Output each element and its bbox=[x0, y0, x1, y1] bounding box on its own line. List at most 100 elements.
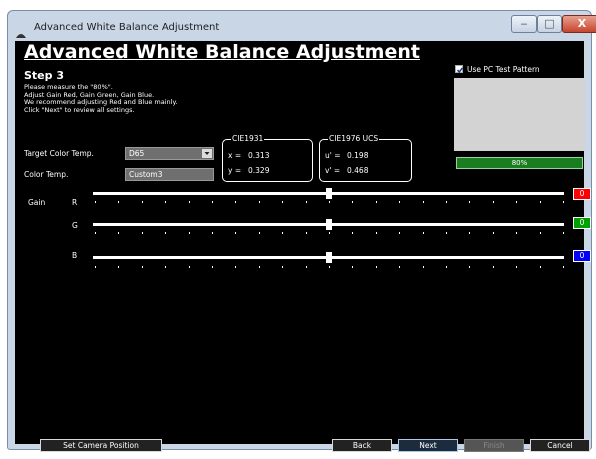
next-button[interactable]: Next bbox=[398, 439, 458, 452]
test-pattern-level-bar: 80% bbox=[456, 157, 583, 169]
slider-tick bbox=[352, 266, 354, 268]
color-temp-label: Color Temp. bbox=[24, 170, 69, 179]
slider-tick bbox=[258, 232, 260, 234]
slider-tick bbox=[399, 201, 401, 203]
window-title: Advanced White Balance Adjustment bbox=[34, 22, 220, 33]
app-window: Advanced White Balance Adjustment ‒ □ X … bbox=[7, 10, 596, 452]
monitor-app-icon bbox=[15, 24, 27, 38]
slider-tick bbox=[539, 266, 541, 268]
slider-tick bbox=[563, 232, 564, 234]
slider-tick bbox=[188, 232, 190, 234]
close-icon: X bbox=[577, 17, 587, 30]
back-label: Back bbox=[352, 441, 372, 450]
slider-tick bbox=[212, 232, 213, 234]
test-pattern-level-label: 80% bbox=[511, 159, 528, 167]
slider-tick bbox=[305, 266, 307, 268]
slider-tick bbox=[399, 232, 401, 234]
set-camera-position-label: Set Camera Position bbox=[63, 441, 139, 450]
slider-tick bbox=[375, 232, 377, 234]
slider-tick bbox=[118, 201, 120, 203]
slider-tick bbox=[563, 201, 564, 203]
slider-tick bbox=[118, 266, 120, 268]
next-label: Next bbox=[419, 441, 437, 450]
target-color-temp-value: D65 bbox=[129, 149, 145, 158]
maximize-icon: □ bbox=[544, 17, 555, 30]
finish-button: Finish bbox=[464, 439, 524, 452]
color-temp-field: Custom3 bbox=[125, 168, 214, 181]
minimize-icon: ‒ bbox=[520, 17, 528, 30]
close-button[interactable]: X bbox=[562, 15, 596, 33]
slider-tick bbox=[95, 232, 96, 234]
cie1976-v-label: v' = bbox=[325, 166, 341, 175]
slider-tick bbox=[165, 201, 167, 203]
target-color-temp-select[interactable]: D65 bbox=[125, 147, 214, 160]
gain-r-slider-handle[interactable] bbox=[325, 188, 332, 199]
slider-tick bbox=[492, 266, 494, 268]
slider-tick bbox=[469, 266, 471, 268]
use-pc-test-pattern-checkbox[interactable] bbox=[455, 65, 464, 74]
gain-g-value-box[interactable]: 0 bbox=[573, 217, 591, 229]
slider-tick bbox=[539, 201, 541, 203]
cancel-button[interactable]: Cancel bbox=[530, 439, 590, 452]
slider-tick bbox=[446, 201, 447, 203]
slider-tick bbox=[282, 266, 284, 268]
slider-tick bbox=[141, 201, 143, 203]
slider-tick bbox=[212, 266, 213, 268]
cie1931-title: CIE1931 bbox=[231, 134, 265, 143]
minimize-button[interactable]: ‒ bbox=[511, 15, 537, 33]
title-bar[interactable]: Advanced White Balance Adjustment ‒ □ X bbox=[8, 11, 596, 41]
dialog-content: Advanced White Balance Adjustment Step 3… bbox=[15, 41, 591, 452]
slider-tick bbox=[258, 201, 260, 203]
slider-tick bbox=[282, 201, 284, 203]
slider-tick bbox=[188, 201, 190, 203]
checkmark-icon bbox=[456, 67, 464, 74]
instructions: Please measure the "80%". Adjust Gain Re… bbox=[24, 83, 177, 114]
gain-b-slider-handle[interactable] bbox=[325, 252, 332, 263]
slider-tick bbox=[118, 232, 120, 234]
slider-tick bbox=[516, 266, 518, 268]
slider-tick bbox=[141, 232, 143, 234]
slider-tick bbox=[305, 201, 307, 203]
back-button[interactable]: Back bbox=[332, 439, 392, 452]
slider-tick bbox=[95, 266, 96, 268]
slider-tick bbox=[422, 232, 424, 234]
gain-g-slider-handle[interactable] bbox=[325, 219, 332, 230]
slider-tick bbox=[329, 266, 330, 268]
slider-tick bbox=[95, 201, 96, 203]
chevron-down-icon[interactable] bbox=[202, 149, 212, 158]
gain-b-value-box[interactable]: 0 bbox=[573, 250, 591, 262]
gain-r-label: R bbox=[72, 198, 78, 207]
set-camera-position-button[interactable]: Set Camera Position bbox=[40, 439, 162, 452]
slider-tick bbox=[212, 201, 213, 203]
slider-tick bbox=[329, 201, 330, 203]
slider-tick bbox=[235, 266, 237, 268]
slider-tick bbox=[282, 232, 284, 234]
slider-tick bbox=[375, 201, 377, 203]
gain-g-label: G bbox=[72, 221, 78, 230]
use-pc-test-pattern-label[interactable]: Use PC Test Pattern bbox=[467, 65, 540, 74]
gain-r-value: 0 bbox=[579, 189, 585, 198]
slider-tick bbox=[563, 266, 564, 268]
slider-tick bbox=[516, 232, 518, 234]
cie1976-v-value: 0.468 bbox=[347, 166, 369, 175]
slider-tick bbox=[235, 232, 237, 234]
slider-tick bbox=[469, 232, 471, 234]
cie1976-title: CIE1976 UCS bbox=[328, 134, 380, 143]
slider-tick bbox=[188, 266, 190, 268]
cie1976-u-value: 0.198 bbox=[347, 151, 369, 160]
slider-tick bbox=[422, 266, 424, 268]
maximize-button[interactable]: □ bbox=[537, 15, 562, 33]
slider-tick bbox=[492, 232, 494, 234]
gain-r-value-box[interactable]: 0 bbox=[573, 188, 591, 200]
cie1931-x-label: x = bbox=[228, 151, 242, 160]
slider-tick bbox=[165, 266, 167, 268]
cancel-label: Cancel bbox=[547, 441, 573, 450]
slider-tick bbox=[165, 232, 167, 234]
finish-label: Finish bbox=[483, 441, 505, 450]
cie1931-y-value: 0.329 bbox=[248, 166, 270, 175]
cie1976-group: CIE1976 UCS u' = 0.198 v' = 0.468 bbox=[319, 134, 412, 182]
cie1931-x-value: 0.313 bbox=[248, 151, 270, 160]
slider-tick bbox=[352, 201, 354, 203]
slider-tick bbox=[141, 266, 143, 268]
slider-tick bbox=[469, 201, 471, 203]
